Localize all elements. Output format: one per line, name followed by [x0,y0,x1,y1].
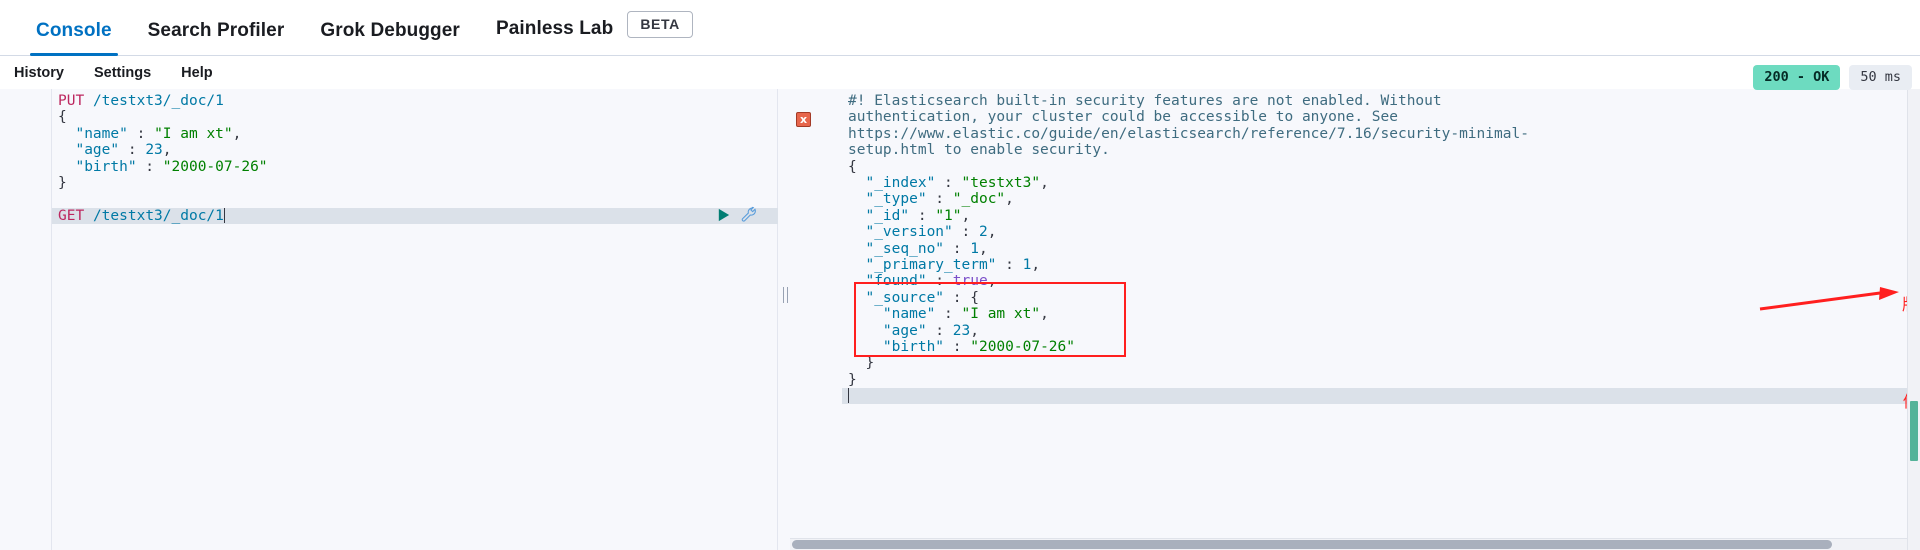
tab-grok-debugger[interactable]: Grok Debugger [302,20,478,55]
version-arrow-icon [1759,287,1899,311]
tab-grok-debugger-label: Grok Debugger [320,20,460,41]
console-workspace: 1PUT /testxt3/_doc/12▾{3 "name" : "I am … [0,65,1920,550]
play-icon[interactable] [716,207,731,223]
response-pane[interactable]: 200 - OK 50 ms x 1 #! Elasticsearch buil… [790,65,1920,550]
code-line[interactable]: 5 "birth" : "2000-07-26" [0,159,777,175]
response-status-row: 200 - OK 50 ms [1753,65,1912,90]
play-icon-svg [718,208,730,222]
error-marker-icon[interactable]: x [796,112,811,127]
code-line[interactable]: 6▴} [0,175,777,191]
code-text: { [848,158,857,175]
response-hscroll-thumb[interactable] [792,540,1832,549]
tab-painless-lab[interactable]: Painless Lab BETA [478,11,711,55]
code-text: "found" : true, [865,273,997,290]
code-text: "_id" : "1", [865,207,971,224]
code-text: "_seq_no" : 1, [865,240,988,257]
text-caret [848,388,849,404]
wrench-icon[interactable] [740,206,759,224]
code-text [842,388,849,404]
code-line[interactable]: 13 "birth" : "2000-07-26" [790,339,1920,355]
code-text: "_type" : "_doc", [865,191,1014,208]
text-caret [223,207,225,223]
tab-search-profiler[interactable]: Search Profiler [130,20,303,55]
code-line[interactable]: 12 "age" : 23, [790,323,1920,339]
request-pane[interactable]: 1PUT /testxt3/_doc/12▾{3 "name" : "I am … [0,89,778,550]
tab-search-profiler-label: Search Profiler [147,20,285,41]
code-text: "age" : 23, [75,142,172,159]
response-minimap-marker [1910,401,1918,461]
code-text: "name" : "I am xt", [75,125,242,142]
response-vertical-scrollbar[interactable] [1907,89,1920,550]
code-text: "birth" : "2000-07-26" [882,338,1075,355]
code-text: "_version" : 2, [865,224,997,241]
response-editor[interactable]: x 1 #! Elasticsearch built-in security f… [790,89,1920,550]
code-text: GET /testxt3/_doc/1 [58,207,225,224]
code-text: { [58,109,67,126]
request-code-lines[interactable]: 1PUT /testxt3/_doc/12▾{3 "name" : "I am … [0,93,778,225]
response-horizontal-scrollbar[interactable] [790,538,1907,550]
tab-console-label: Console [36,20,112,41]
submenu-item-settings[interactable]: Settings [94,65,151,81]
code-line[interactable]: 6 "_version" : 2, [790,224,1920,240]
console-submenu: History Settings Help [0,56,1920,89]
code-line[interactable]: 3 "name" : "I am xt", [0,126,777,142]
warning-text: #! Elasticsearch built-in security featu… [848,93,1529,159]
code-line[interactable]: 14▴ } [790,355,1920,371]
response-code-lines[interactable]: 2▾{3 "_index" : "testxt3",4 "_type" : "_… [790,159,1920,405]
code-line[interactable]: 1PUT /testxt3/_doc/1 [0,93,777,109]
status-badge: 200 - OK [1753,65,1841,90]
code-text: "_source" : { [865,289,979,306]
kibana-console-page: Console Search Profiler Grok Debugger Pa… [0,0,1920,550]
request-editor[interactable]: 1PUT /testxt3/_doc/12▾{3 "name" : "I am … [0,89,778,550]
code-line[interactable]: 15▴} [790,372,1920,388]
code-line[interactable]: 4 "age" : 23, [0,142,777,158]
pane-splitter[interactable] [778,89,790,550]
main-tabbar: Console Search Profiler Grok Debugger Pa… [0,0,1920,56]
code-line[interactable]: 2▾{ [0,109,777,125]
code-text: } [848,371,857,388]
code-line[interactable]: 7 "_seq_no" : 1, [790,241,1920,257]
request-gutter [0,89,52,550]
code-line[interactable]: 8 "_primary_term" : 1, [790,257,1920,273]
code-line[interactable]: 2▾{ [790,159,1920,175]
code-text: PUT /testxt3/_doc/1 [58,93,224,109]
response-gutter [790,89,842,550]
code-line[interactable]: 4 "_type" : "_doc", [790,191,1920,207]
response-warning-line: 1 #! Elasticsearch built-in security fea… [790,93,1920,159]
duration-badge: 50 ms [1849,65,1912,90]
code-line[interactable]: 10▾ "_source" : { [790,290,1920,306]
wrench-icon-svg [741,206,756,222]
code-text: } [58,174,67,191]
submenu-item-history[interactable]: History [14,65,64,81]
splitter-grip[interactable] [783,287,788,303]
submenu-item-help[interactable]: Help [181,65,212,81]
code-text: "name" : "I am xt", [882,306,1049,323]
code-line[interactable]: 7 [0,191,777,207]
code-line[interactable]: 9 "found" : true, [790,273,1920,289]
code-text: "birth" : "2000-07-26" [75,158,268,175]
beta-badge: BETA [627,11,693,38]
code-line[interactable]: 5 "_id" : "1", [790,208,1920,224]
tab-painless-lab-label: Painless Lab [495,17,614,39]
code-text: "_primary_term" : 1, [865,256,1041,273]
code-text: "_index" : "testxt3", [865,175,1049,192]
code-text: "age" : 23, [882,322,979,339]
code-text: } [848,355,875,372]
code-line[interactable]: 11 "name" : "I am xt", [790,306,1920,322]
code-line[interactable]: 3 "_index" : "testxt3", [790,175,1920,191]
code-line[interactable]: 16 [790,388,1920,405]
request-actions [716,206,759,224]
tab-console[interactable]: Console [18,20,130,56]
code-line[interactable]: 8GET /testxt3/_doc/1 [0,207,778,225]
